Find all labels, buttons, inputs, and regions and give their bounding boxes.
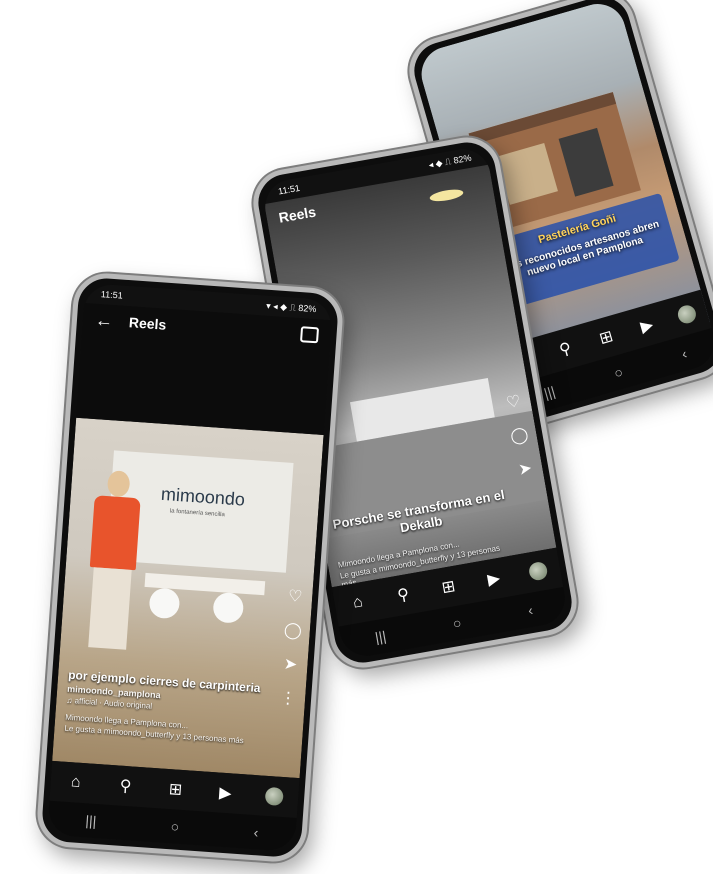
system-back-button[interactable]: ‹ [680,345,689,362]
system-home-button[interactable]: ○ [612,364,625,382]
system-back-button[interactable]: ‹ [253,824,259,840]
camera-icon[interactable] [299,326,320,344]
back-arrow-icon[interactable]: ← [94,309,113,331]
add-icon[interactable]: ⊞ [437,575,460,598]
recent-apps-button[interactable]: ||| [374,628,388,646]
status-icons: ▾ ◂ ◆ ⎍ 82% [265,300,317,314]
search-icon[interactable]: ⚲ [392,583,415,606]
system-home-button[interactable]: ○ [451,614,462,631]
share-icon[interactable]: ➤ [515,459,536,480]
system-home-button[interactable]: ○ [170,818,180,835]
home-icon[interactable]: ⌂ [65,773,86,792]
status-time: 11:51 [100,289,124,301]
search-icon[interactable]: ⚲ [115,775,136,796]
profile-avatar[interactable] [527,560,549,582]
share-icon[interactable]: ➤ [281,656,300,675]
page-title: Reels [128,314,167,333]
reels-icon[interactable]: ▶ [635,313,660,338]
phone-front: 11:51 ▾ ◂ ◆ ⎍ 82% mimoondo la fontanería… [35,271,345,864]
profile-avatar[interactable] [264,786,284,807]
more-icon[interactable]: ⋮ [278,690,297,709]
chair-right [212,591,245,624]
home-icon[interactable]: ⌂ [347,592,370,613]
search-icon[interactable]: ⚲ [553,337,578,362]
add-icon[interactable]: ⊞ [594,325,619,350]
caption: por ejemplo cierres de carpinteria mimoo… [64,668,266,747]
page-title: Reels [277,203,318,226]
comment-icon[interactable]: ◯ [509,426,530,447]
profile-avatar[interactable] [675,303,698,326]
presenter [80,469,146,652]
chair-left [148,587,181,620]
status-time: 11:51 [277,182,301,197]
add-icon[interactable]: ⊞ [165,779,186,800]
recent-apps-button[interactable]: ||| [85,812,97,829]
system-back-button[interactable]: ‹ [527,602,534,619]
reels-icon[interactable]: ▶ [215,782,236,803]
reels-icon[interactable]: ▶ [482,567,505,590]
like-icon[interactable]: ♡ [503,392,524,413]
recent-apps-button[interactable]: ||| [542,383,557,401]
like-icon[interactable]: ♡ [286,588,305,607]
comment-icon[interactable]: ◯ [283,622,302,641]
phone-front-screen: 11:51 ▾ ◂ ◆ ⎍ 82% mimoondo la fontanería… [47,283,333,852]
